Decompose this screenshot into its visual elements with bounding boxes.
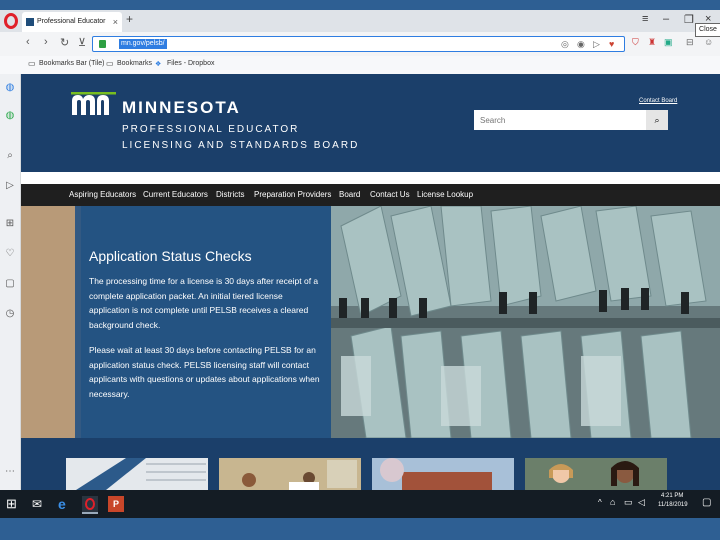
lock-icon <box>99 40 106 48</box>
feature-card-image[interactable] <box>372 458 514 490</box>
school-building-photo <box>372 458 514 490</box>
site-favicon-icon <box>26 18 34 26</box>
nav-item[interactable]: Contact Us <box>370 184 410 206</box>
nav-item[interactable]: Districts <box>216 184 244 206</box>
back-arrow-icon[interactable]: ‹ <box>26 36 30 48</box>
hero-paragraph: The processing time for a license is 30 … <box>89 276 319 330</box>
camera-icon[interactable]: ◎ <box>561 39 569 50</box>
adblock-shield-icon[interactable]: ⛉ <box>632 37 639 48</box>
tab-strip: Professional Educator Licen × + ≡ – ❐ × … <box>0 10 720 37</box>
hero-text-panel: Application Status Checks The processing… <box>75 206 331 438</box>
nav-item[interactable]: Aspiring Educators <box>69 184 136 206</box>
classroom-photo <box>219 458 361 490</box>
network-icon[interactable]: ⌂ <box>610 497 615 507</box>
news-icon[interactable]: ▢ <box>4 278 16 290</box>
flow-icon[interactable]: ⊟ <box>686 37 694 48</box>
contact-board-link[interactable]: Contact Board <box>639 98 677 104</box>
more-icon[interactable]: ⋯ <box>4 466 16 478</box>
brand-subtitle-1: PROFESSIONAL EDUCATOR <box>122 124 300 135</box>
main-nav: Aspiring Educators Current Educators Dis… <box>21 184 720 206</box>
volume-icon[interactable]: ◁ <box>638 497 645 508</box>
bookmark-item[interactable]: Files - Dropbox <box>167 60 214 67</box>
history-icon[interactable]: ◷ <box>4 308 16 320</box>
tab-menu-icon[interactable]: ≡ <box>642 13 648 25</box>
brand-title: MINNESOTA <box>122 98 241 117</box>
tray-chevron-icon[interactable]: ^ <box>598 498 602 507</box>
brand-subtitle-2: LICENSING AND STANDARDS BOARD <box>122 140 360 151</box>
web-page: MINNESOTA PROFESSIONAL EDUCATOR LICENSIN… <box>21 74 720 490</box>
send-icon[interactable]: ▷ <box>4 180 16 192</box>
bookmarks-bar: ▭ Bookmarks Bar (Tile) ▭ Bookmarks ❖ Fil… <box>0 56 720 75</box>
clock-time[interactable]: 4:21 PM <box>661 493 683 499</box>
tab-close-icon[interactable]: × <box>113 12 118 32</box>
browser-tab[interactable]: Professional Educator Licen × <box>22 12 122 32</box>
apps-icon[interactable]: ⊞ <box>4 218 16 230</box>
battery-icon[interactable]: ▭ <box>624 497 633 508</box>
search-icon: ⌕ <box>654 115 660 125</box>
opera-taskbar-icon[interactable] <box>82 496 98 514</box>
clock-date[interactable]: 11/18/2019 <box>658 502 688 508</box>
windows-taskbar: ⊞ ✉ e P ^ ⌂ ▭ ◁ 4:21 PM 11/18/2019 ▢ <box>0 490 720 518</box>
bookmark-item[interactable]: Bookmarks Bar (Tile) <box>39 60 104 67</box>
browser-window: Professional Educator Licen × + ≡ – ❐ × … <box>0 10 720 490</box>
opera-sidebar: ◍ ◍ ⌕ ▷ ⊞ ♡ ▢ ◷ ⋯ <box>0 74 21 490</box>
bookmark-folder-icon: ▭ <box>28 59 36 68</box>
opera-logo-icon[interactable] <box>4 13 18 29</box>
windows-start-icon[interactable]: ⊞ <box>6 496 22 512</box>
forward-arrow-icon[interactable]: › <box>44 36 48 48</box>
hero-banner: Application Status Checks The processing… <box>21 206 720 438</box>
edge-icon[interactable]: e <box>58 496 74 512</box>
students-photo <box>525 458 667 490</box>
speed-dial-icon[interactable]: ⊻ <box>78 36 86 49</box>
nav-item[interactable]: Current Educators <box>143 184 208 206</box>
maximize-button[interactable]: ❐ <box>684 13 694 26</box>
reload-icon[interactable]: ↻ <box>60 36 69 49</box>
messenger-icon[interactable]: ◍ <box>4 82 16 94</box>
bookmark-item[interactable]: Bookmarks <box>117 60 152 67</box>
search-icon[interactable]: ⌕ <box>4 150 16 162</box>
hero-paragraph: Please wait at least 30 days before cont… <box>89 345 320 399</box>
address-bar-row: ‹ › ↻ ⊻ mn.gov/pelsb/ ◎ ◉ ▷ ♥ ⛉ ♜ ▣ ⊟ ☺ <box>0 32 720 57</box>
site-search-input[interactable] <box>474 110 646 130</box>
paperwork-photo <box>66 458 208 490</box>
feature-card-image[interactable] <box>219 458 361 490</box>
url-text: mn.gov/pelsb/ <box>119 39 167 49</box>
new-tab-button[interactable]: + <box>126 12 133 26</box>
search-button[interactable]: ⌕ <box>646 110 668 130</box>
notifications-icon[interactable]: ▢ <box>702 497 711 508</box>
addon-icon[interactable]: ▣ <box>664 37 673 48</box>
heart-icon[interactable]: ♥ <box>609 39 614 49</box>
nav-item[interactable]: Board <box>339 184 360 206</box>
nav-item[interactable]: License Lookup <box>417 184 473 206</box>
tab-title: Professional Educator Licen <box>37 18 107 25</box>
dropbox-icon: ❖ <box>155 61 162 68</box>
whatsapp-icon[interactable]: ◍ <box>4 110 16 122</box>
extension-icon[interactable]: ◉ <box>577 39 585 50</box>
nav-item[interactable]: Preparation Providers <box>254 184 331 206</box>
feature-cards-section <box>21 438 720 490</box>
bookmark-folder-icon: ▭ <box>106 59 114 68</box>
feature-card-image[interactable] <box>525 458 667 490</box>
heart-icon[interactable]: ♡ <box>4 248 16 260</box>
feature-card-image[interactable] <box>66 458 208 490</box>
mail-icon[interactable]: ✉ <box>32 496 48 512</box>
site-header: MINNESOTA PROFESSIONAL EDUCATOR LICENSIN… <box>21 74 720 172</box>
hero-title: Application Status Checks <box>89 248 252 264</box>
trophy-icon[interactable]: ♜ <box>648 37 656 48</box>
url-input[interactable]: mn.gov/pelsb/ ◎ ◉ ▷ ♥ <box>92 36 625 52</box>
account-icon[interactable]: ☺ <box>704 37 713 47</box>
powerpoint-icon[interactable]: P <box>108 496 124 512</box>
send-icon[interactable]: ▷ <box>593 39 600 50</box>
mn-logo-icon[interactable] <box>71 92 116 116</box>
minimize-button[interactable]: – <box>663 13 669 25</box>
close-tooltip: Close <box>695 23 720 37</box>
